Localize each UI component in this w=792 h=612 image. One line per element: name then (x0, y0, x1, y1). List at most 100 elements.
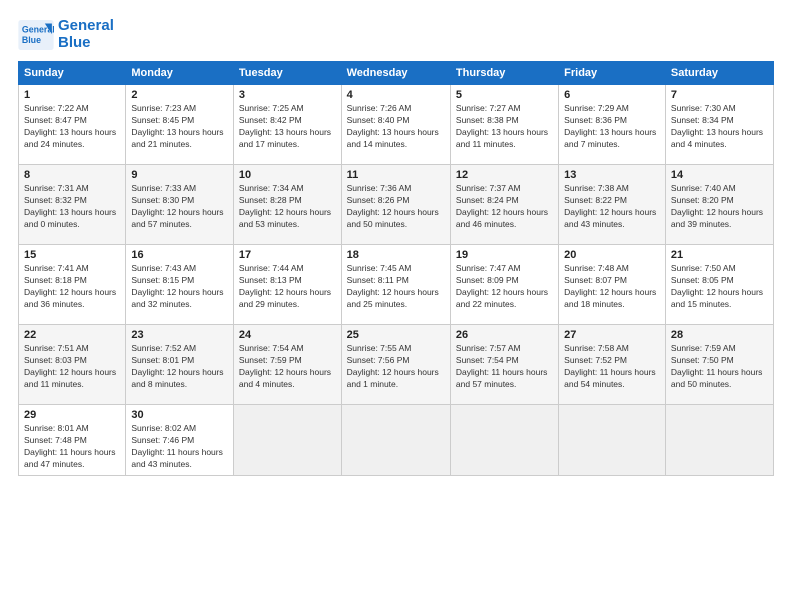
day-number: 15 (24, 249, 120, 261)
header-wednesday: Wednesday (341, 62, 450, 85)
day-info: Sunrise: 7:31 AMSunset: 8:32 PMDaylight:… (24, 183, 120, 231)
day-number: 11 (347, 169, 445, 181)
calendar-cell: 30 Sunrise: 8:02 AMSunset: 7:46 PMDaylig… (126, 405, 234, 476)
day-info: Sunrise: 7:44 AMSunset: 8:13 PMDaylight:… (239, 263, 336, 311)
day-number: 13 (564, 169, 660, 181)
day-info: Sunrise: 8:02 AMSunset: 7:46 PMDaylight:… (131, 423, 228, 471)
day-info: Sunrise: 7:40 AMSunset: 8:20 PMDaylight:… (671, 183, 768, 231)
day-info: Sunrise: 7:27 AMSunset: 8:38 PMDaylight:… (456, 103, 553, 151)
day-number: 20 (564, 249, 660, 261)
day-info: Sunrise: 7:33 AMSunset: 8:30 PMDaylight:… (131, 183, 228, 231)
svg-text:Blue: Blue (22, 34, 41, 44)
day-info: Sunrise: 7:51 AMSunset: 8:03 PMDaylight:… (24, 343, 120, 391)
day-number: 8 (24, 169, 120, 181)
day-info: Sunrise: 7:57 AMSunset: 7:54 PMDaylight:… (456, 343, 553, 391)
calendar-cell: 6 Sunrise: 7:29 AMSunset: 8:36 PMDayligh… (559, 85, 666, 165)
day-info: Sunrise: 7:47 AMSunset: 8:09 PMDaylight:… (456, 263, 553, 311)
day-number: 29 (24, 409, 120, 421)
day-number: 24 (239, 329, 336, 341)
day-info: Sunrise: 7:41 AMSunset: 8:18 PMDaylight:… (24, 263, 120, 311)
day-number: 6 (564, 89, 660, 101)
day-info: Sunrise: 7:58 AMSunset: 7:52 PMDaylight:… (564, 343, 660, 391)
day-number: 16 (131, 249, 228, 261)
logo: General Blue GeneralBlue (18, 18, 114, 51)
calendar-cell: 16 Sunrise: 7:43 AMSunset: 8:15 PMDaylig… (126, 245, 234, 325)
day-number: 2 (131, 89, 228, 101)
day-info: Sunrise: 7:30 AMSunset: 8:34 PMDaylight:… (671, 103, 768, 151)
day-number: 18 (347, 249, 445, 261)
calendar-cell: 13 Sunrise: 7:38 AMSunset: 8:22 PMDaylig… (559, 165, 666, 245)
day-number: 17 (239, 249, 336, 261)
calendar-cell: 7 Sunrise: 7:30 AMSunset: 8:34 PMDayligh… (665, 85, 773, 165)
header-thursday: Thursday (450, 62, 558, 85)
calendar-cell: 20 Sunrise: 7:48 AMSunset: 8:07 PMDaylig… (559, 245, 666, 325)
day-info: Sunrise: 7:50 AMSunset: 8:05 PMDaylight:… (671, 263, 768, 311)
day-info: Sunrise: 7:23 AMSunset: 8:45 PMDaylight:… (131, 103, 228, 151)
calendar-cell: 15 Sunrise: 7:41 AMSunset: 8:18 PMDaylig… (19, 245, 126, 325)
calendar-cell: 24 Sunrise: 7:54 AMSunset: 7:59 PMDaylig… (233, 325, 341, 405)
day-number: 22 (24, 329, 120, 341)
day-info: Sunrise: 7:48 AMSunset: 8:07 PMDaylight:… (564, 263, 660, 311)
calendar-cell (665, 405, 773, 476)
header-tuesday: Tuesday (233, 62, 341, 85)
day-info: Sunrise: 7:37 AMSunset: 8:24 PMDaylight:… (456, 183, 553, 231)
day-number: 28 (671, 329, 768, 341)
calendar-cell: 25 Sunrise: 7:55 AMSunset: 7:56 PMDaylig… (341, 325, 450, 405)
day-number: 4 (347, 89, 445, 101)
day-number: 21 (671, 249, 768, 261)
logo-icon: General Blue (18, 20, 54, 50)
calendar-cell: 14 Sunrise: 7:40 AMSunset: 8:20 PMDaylig… (665, 165, 773, 245)
day-number: 3 (239, 89, 336, 101)
day-number: 19 (456, 249, 553, 261)
header-friday: Friday (559, 62, 666, 85)
day-info: Sunrise: 7:22 AMSunset: 8:47 PMDaylight:… (24, 103, 120, 151)
day-info: Sunrise: 7:55 AMSunset: 7:56 PMDaylight:… (347, 343, 445, 391)
day-number: 30 (131, 409, 228, 421)
calendar-cell: 26 Sunrise: 7:57 AMSunset: 7:54 PMDaylig… (450, 325, 558, 405)
day-info: Sunrise: 7:38 AMSunset: 8:22 PMDaylight:… (564, 183, 660, 231)
day-number: 5 (456, 89, 553, 101)
calendar-cell (450, 405, 558, 476)
calendar-cell: 29 Sunrise: 8:01 AMSunset: 7:48 PMDaylig… (19, 405, 126, 476)
calendar-cell: 9 Sunrise: 7:33 AMSunset: 8:30 PMDayligh… (126, 165, 234, 245)
calendar-cell: 5 Sunrise: 7:27 AMSunset: 8:38 PMDayligh… (450, 85, 558, 165)
calendar-cell: 27 Sunrise: 7:58 AMSunset: 7:52 PMDaylig… (559, 325, 666, 405)
calendar-cell: 8 Sunrise: 7:31 AMSunset: 8:32 PMDayligh… (19, 165, 126, 245)
header-sunday: Sunday (19, 62, 126, 85)
day-number: 7 (671, 89, 768, 101)
day-number: 14 (671, 169, 768, 181)
header-monday: Monday (126, 62, 234, 85)
day-info: Sunrise: 7:25 AMSunset: 8:42 PMDaylight:… (239, 103, 336, 151)
calendar-cell: 22 Sunrise: 7:51 AMSunset: 8:03 PMDaylig… (19, 325, 126, 405)
calendar-cell (559, 405, 666, 476)
calendar-cell: 21 Sunrise: 7:50 AMSunset: 8:05 PMDaylig… (665, 245, 773, 325)
day-number: 9 (131, 169, 228, 181)
calendar-cell (341, 405, 450, 476)
day-number: 10 (239, 169, 336, 181)
calendar-cell: 17 Sunrise: 7:44 AMSunset: 8:13 PMDaylig… (233, 245, 341, 325)
day-info: Sunrise: 7:52 AMSunset: 8:01 PMDaylight:… (131, 343, 228, 391)
calendar-cell: 12 Sunrise: 7:37 AMSunset: 8:24 PMDaylig… (450, 165, 558, 245)
day-info: Sunrise: 7:59 AMSunset: 7:50 PMDaylight:… (671, 343, 768, 391)
calendar-cell: 23 Sunrise: 7:52 AMSunset: 8:01 PMDaylig… (126, 325, 234, 405)
day-number: 27 (564, 329, 660, 341)
day-number: 26 (456, 329, 553, 341)
day-number: 25 (347, 329, 445, 341)
calendar-table: Sunday Monday Tuesday Wednesday Thursday… (18, 61, 774, 476)
calendar-cell: 1 Sunrise: 7:22 AMSunset: 8:47 PMDayligh… (19, 85, 126, 165)
page: General Blue GeneralBlue Sunday Monday T… (0, 0, 792, 612)
calendar-cell: 18 Sunrise: 7:45 AMSunset: 8:11 PMDaylig… (341, 245, 450, 325)
calendar-cell: 10 Sunrise: 7:34 AMSunset: 8:28 PMDaylig… (233, 165, 341, 245)
day-info: Sunrise: 7:29 AMSunset: 8:36 PMDaylight:… (564, 103, 660, 151)
calendar-cell (233, 405, 341, 476)
day-info: Sunrise: 7:26 AMSunset: 8:40 PMDaylight:… (347, 103, 445, 151)
day-number: 23 (131, 329, 228, 341)
calendar-cell: 4 Sunrise: 7:26 AMSunset: 8:40 PMDayligh… (341, 85, 450, 165)
day-info: Sunrise: 7:36 AMSunset: 8:26 PMDaylight:… (347, 183, 445, 231)
day-info: Sunrise: 7:34 AMSunset: 8:28 PMDaylight:… (239, 183, 336, 231)
header-saturday: Saturday (665, 62, 773, 85)
day-info: Sunrise: 7:45 AMSunset: 8:11 PMDaylight:… (347, 263, 445, 311)
calendar-cell: 19 Sunrise: 7:47 AMSunset: 8:09 PMDaylig… (450, 245, 558, 325)
header: General Blue GeneralBlue (18, 18, 774, 51)
calendar-cell: 2 Sunrise: 7:23 AMSunset: 8:45 PMDayligh… (126, 85, 234, 165)
